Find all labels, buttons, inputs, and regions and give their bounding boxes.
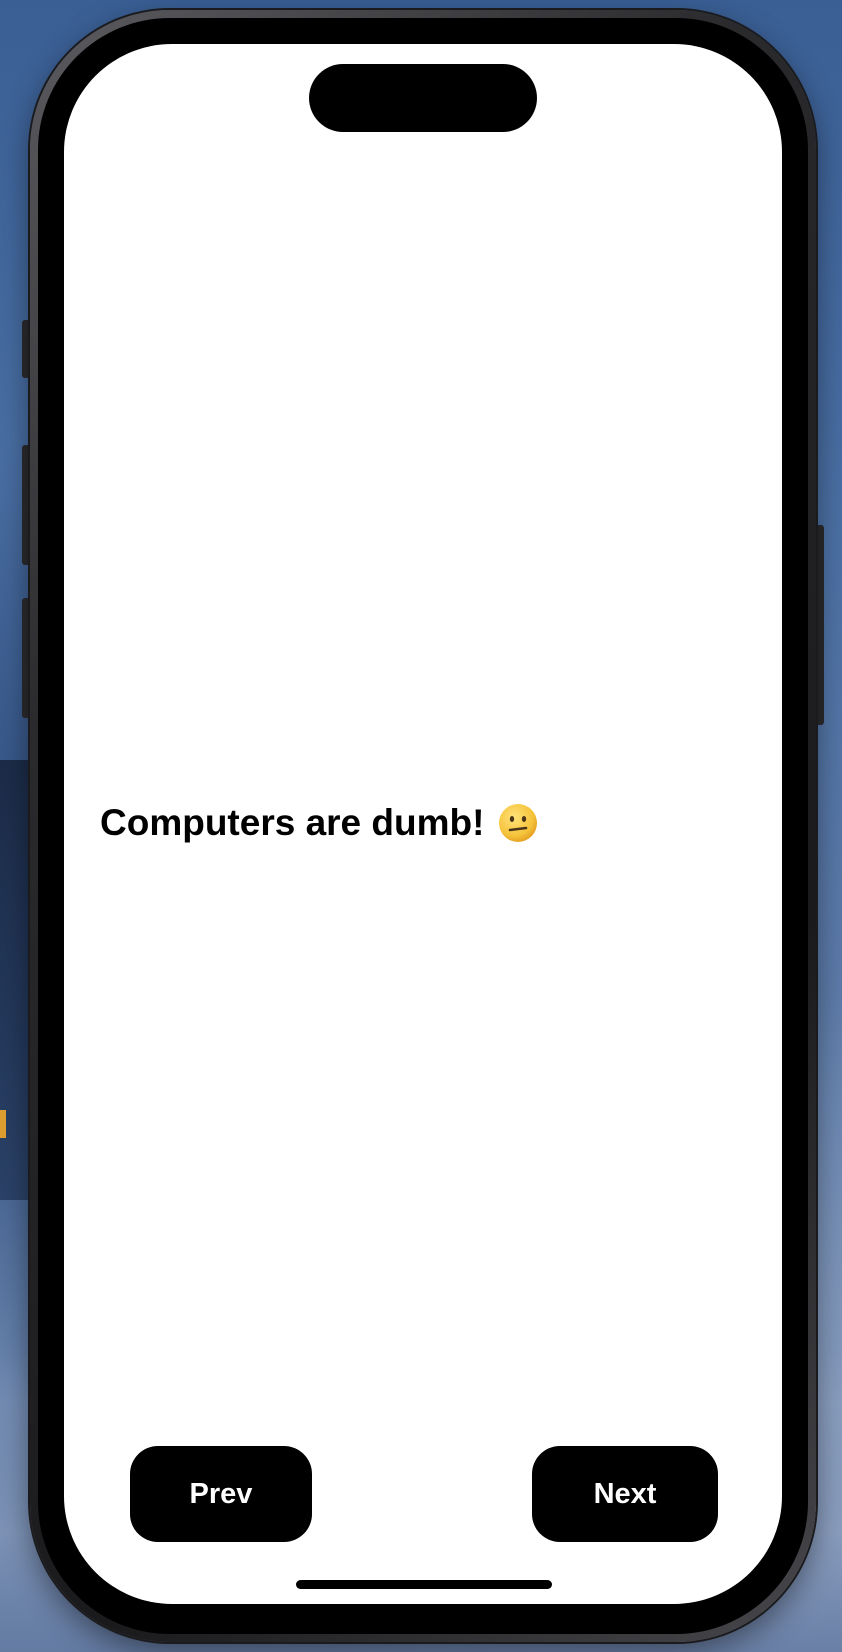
home-indicator[interactable] bbox=[296, 1580, 552, 1589]
dynamic-island bbox=[309, 64, 537, 132]
message-text-row: Computers are dumb! bbox=[100, 802, 538, 844]
prev-button[interactable]: Prev bbox=[130, 1446, 312, 1542]
message-text: Computers are dumb! bbox=[100, 802, 485, 843]
next-button[interactable]: Next bbox=[532, 1446, 718, 1542]
action-button[interactable] bbox=[22, 320, 30, 378]
volume-up-button[interactable] bbox=[22, 445, 30, 565]
neutral-face-emoji-icon bbox=[499, 804, 538, 842]
side-power-button[interactable] bbox=[816, 525, 824, 725]
simulator-desktop: Computers are dumb! Prev Next bbox=[0, 0, 842, 1652]
wallpaper-window-light bbox=[0, 1110, 6, 1138]
phone-screen: Computers are dumb! Prev Next bbox=[64, 44, 782, 1604]
volume-down-button[interactable] bbox=[22, 598, 30, 718]
